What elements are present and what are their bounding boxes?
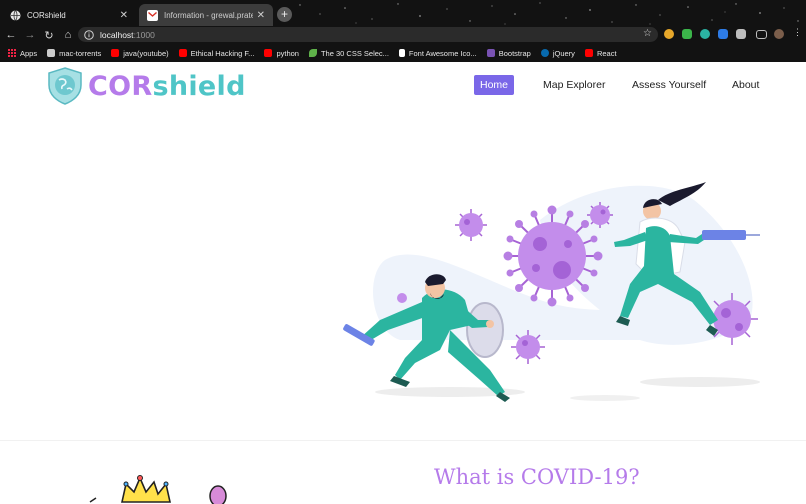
tab-corshield[interactable]: CORshield ✕ — [2, 4, 136, 26]
bookmark-css-selectors[interactable]: The 30 CSS Selec... — [308, 49, 389, 58]
bookmarks-bar: Apps mac-torrents java(youtube) Ethical … — [0, 45, 806, 61]
site-logo[interactable]: CORshield — [47, 67, 246, 105]
extension-icon[interactable] — [664, 29, 674, 39]
virus-small-top-left — [455, 209, 487, 241]
page-icon — [47, 49, 56, 57]
hero-illustration-doctors-fighting-virus — [343, 182, 760, 402]
back-arrow-icon[interactable]: ← — [3, 27, 19, 43]
extension-icon[interactable] — [718, 29, 728, 39]
tab-title: CORshield — [27, 10, 66, 20]
bookmark-mac-torrents[interactable]: mac-torrents — [47, 49, 101, 58]
cast-icon[interactable] — [756, 30, 767, 39]
bookmark-java-youtube[interactable]: java(youtube) — [111, 49, 169, 58]
url-text: localhost:1000 — [100, 29, 155, 40]
info-icon[interactable] — [84, 29, 94, 40]
bootstrap-icon — [486, 49, 495, 57]
bookmark-react[interactable]: React — [584, 49, 617, 58]
nav-map-explorer[interactable]: Map Explorer — [543, 75, 605, 95]
extension-icon[interactable] — [700, 29, 710, 39]
brand-name: CORshield — [88, 70, 246, 102]
home-icon[interactable]: ⌂ — [60, 27, 76, 43]
close-tab-icon[interactable]: ✕ — [120, 10, 128, 21]
new-tab-button[interactable]: + — [277, 7, 292, 22]
bookmark-bootstrap[interactable]: Bootstrap — [486, 49, 531, 58]
close-tab-icon[interactable]: ✕ — [257, 10, 265, 21]
gmail-icon — [147, 9, 158, 21]
leaf-icon — [308, 49, 317, 57]
main-nav: Home Map Explorer Assess Yourself About — [474, 75, 784, 95]
page-content: CORshield Home Map Explorer Assess Yours… — [0, 62, 806, 504]
shield-globe-icon — [48, 67, 82, 105]
section-divider — [0, 440, 806, 441]
jquery-icon — [540, 49, 549, 57]
forward-arrow-icon[interactable]: → — [22, 27, 38, 43]
bookmark-font-awesome[interactable]: Font Awesome Ico... — [398, 49, 477, 58]
youtube-icon — [111, 49, 120, 57]
nav-home[interactable]: Home — [474, 75, 515, 95]
tab-title: Information - grewal.pratesk10 — [164, 10, 253, 20]
virus-small-bottom — [511, 330, 545, 364]
youtube-icon — [584, 49, 593, 57]
tab-gmail[interactable]: Information - grewal.pratesk10 ✕ — [139, 4, 273, 26]
extension-icon[interactable] — [682, 29, 692, 39]
bookmark-python[interactable]: python — [264, 49, 299, 58]
reload-icon[interactable]: ↻ — [41, 27, 57, 43]
section-title: What is COVID-19? — [434, 465, 640, 489]
browser-chrome: CORshield ✕ Information - grewal.pratesk… — [0, 0, 806, 62]
nav-about[interactable]: About — [732, 75, 759, 95]
bookmark-ethical-hacking[interactable]: Ethical Hacking F... — [178, 49, 254, 58]
crowned-virus-illustration — [89, 475, 227, 504]
virus-tiny — [397, 293, 407, 303]
profile-avatar[interactable] — [774, 29, 784, 39]
youtube-icon — [264, 49, 273, 57]
menu-kebab-icon[interactable]: ⋮ — [793, 27, 802, 37]
bookmark-star-icon[interactable]: ☆ — [643, 28, 652, 39]
youtube-icon — [178, 49, 187, 57]
nav-assess-yourself[interactable]: Assess Yourself — [632, 75, 706, 95]
puzzle-extensions-icon[interactable] — [736, 29, 746, 39]
address-bar[interactable]: localhost:1000 ☆ — [78, 27, 658, 42]
tab-strip: CORshield ✕ Information - grewal.pratesk… — [0, 0, 806, 26]
globe-icon — [10, 9, 21, 21]
bookmark-apps[interactable]: Apps — [0, 49, 37, 58]
bookmark-jquery[interactable]: jQuery — [540, 49, 575, 58]
flag-icon — [398, 49, 405, 57]
apps-grid-icon — [8, 49, 16, 57]
browser-toolbar: ← → ↻ ⌂ localhost:1000 ☆ ⋮ — [0, 26, 806, 44]
